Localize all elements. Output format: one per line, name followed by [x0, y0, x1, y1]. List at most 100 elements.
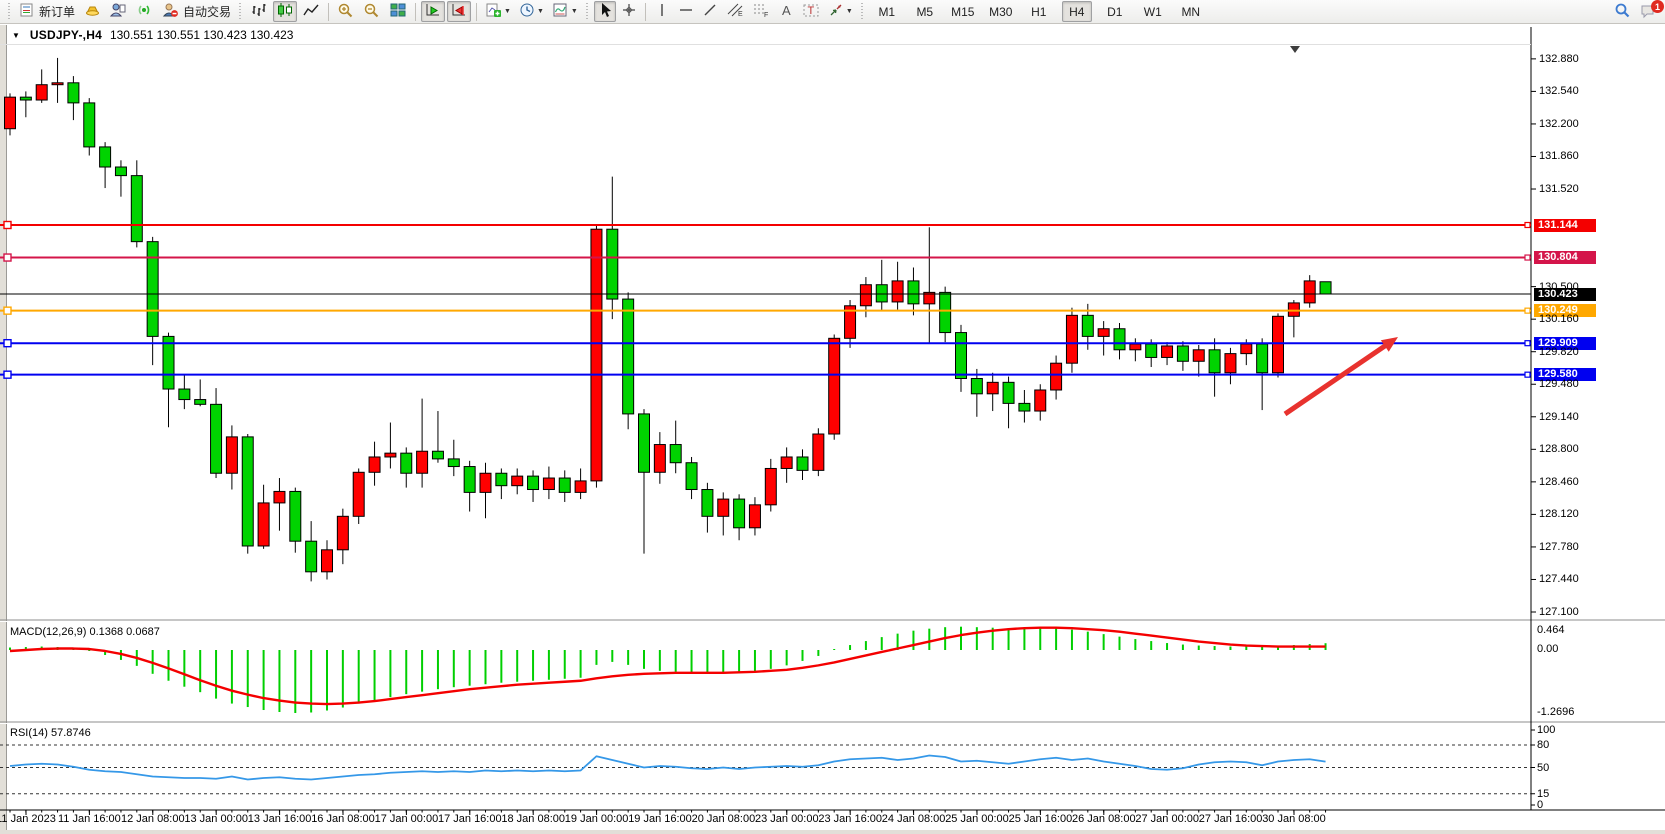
toolbar-grip[interactable] [860, 3, 865, 21]
templates-button[interactable]: ▼ [549, 1, 581, 22]
timeframe-button-m30[interactable]: M30 [986, 1, 1016, 22]
notification-badge: 1 [1651, 0, 1664, 13]
candle-body [829, 338, 840, 434]
toolbar-grip[interactable] [238, 3, 243, 21]
trend-arrow-line[interactable] [1285, 343, 1390, 414]
time-axis-label: 13 Jan 16:00 [248, 813, 312, 825]
new-order-icon [19, 2, 35, 21]
hline-handle[interactable] [4, 340, 11, 347]
candle-body [432, 451, 443, 459]
timeframe-button-h1[interactable]: H1 [1024, 1, 1054, 22]
zoom-out-icon [363, 2, 381, 21]
time-axis-label: 20 Jan 08:00 [692, 813, 756, 825]
candle-body [654, 445, 665, 473]
toolbar-separator [476, 3, 477, 21]
channel-button[interactable]: E [723, 1, 747, 22]
chart-shift-button[interactable] [447, 1, 471, 22]
candle-body [860, 285, 871, 306]
candle-body [1288, 303, 1299, 316]
cursor-button[interactable] [594, 1, 616, 22]
timeframe-button-d1[interactable]: D1 [1100, 1, 1130, 22]
horizontal-line-button[interactable] [675, 1, 697, 22]
crosshair-button[interactable] [618, 1, 640, 22]
candlestick-chart-button[interactable] [273, 1, 297, 22]
candle-body [1066, 315, 1077, 363]
toolbar-separator [415, 3, 416, 21]
accounts-button[interactable] [106, 1, 130, 22]
signals-button[interactable] [132, 1, 156, 22]
chart-canvas[interactable] [0, 0, 1665, 834]
timeframe-button-w1[interactable]: W1 [1138, 1, 1168, 22]
candle-body [258, 503, 269, 546]
gold-icon [83, 2, 101, 21]
zoom-in-button[interactable] [334, 1, 358, 22]
autotrading-button[interactable]: 自动交易 [158, 1, 234, 22]
trendline-button[interactable] [699, 1, 721, 22]
price-axis-tick-label: 129.820 [1539, 346, 1579, 358]
arrows-icon [828, 2, 844, 21]
bar-chart-button[interactable] [247, 1, 271, 22]
notifications-button[interactable]: 1 [1636, 1, 1660, 22]
hline-handle[interactable] [4, 254, 11, 261]
toolbar-grip[interactable] [7, 3, 12, 21]
hline-handle[interactable] [4, 307, 11, 314]
candle-body [1225, 354, 1236, 373]
candle-body [5, 97, 16, 129]
auto-scroll-icon [424, 2, 442, 21]
candle-body [1241, 344, 1252, 354]
tile-windows-button[interactable] [386, 1, 410, 22]
price-axis-tick-label: 132.200 [1539, 118, 1579, 130]
toolbar-grip[interactable] [585, 3, 590, 21]
vertical-line-button[interactable] [651, 1, 673, 22]
candle-body [971, 379, 982, 394]
time-axis-label: 30 Jan 08:00 [1262, 813, 1326, 825]
fibonacci-button[interactable]: F [749, 1, 773, 22]
candle-body [195, 400, 206, 405]
auto-scroll-button[interactable] [421, 1, 445, 22]
price-axis-tick-label: 130.500 [1539, 281, 1579, 293]
candle-body [1051, 363, 1062, 390]
hline-handle[interactable] [4, 371, 11, 378]
candle-body [211, 404, 222, 473]
price-label-130.804: 130.804 [1534, 251, 1596, 264]
text-label-button[interactable]: T [799, 1, 823, 22]
candle-body [1273, 316, 1284, 372]
timeframe-button-m15[interactable]: M15 [948, 1, 978, 22]
timeframe-button-m1[interactable]: M1 [872, 1, 902, 22]
search-button[interactable] [1610, 1, 1634, 22]
price-label-131.144: 131.144 [1534, 219, 1596, 232]
macd-axis-label: 0.00 [1537, 643, 1558, 655]
text-button[interactable]: A [775, 1, 797, 22]
time-axis-label: 19 Jan 00:00 [565, 813, 629, 825]
timeframe-button-h4[interactable]: H4 [1062, 1, 1092, 22]
timeframe-button-mn[interactable]: MN [1176, 1, 1206, 22]
search-icon [1613, 2, 1631, 22]
periods-button[interactable]: ▼ [516, 1, 547, 22]
candle-body [686, 463, 697, 490]
macd-axis-label: -1.2696 [1537, 706, 1574, 718]
chart-shift-marker[interactable] [1290, 46, 1300, 53]
candle-body [797, 457, 808, 470]
line-chart-button[interactable] [299, 1, 323, 22]
candle-body [417, 451, 428, 473]
candle-body [496, 473, 507, 485]
candle-body [543, 478, 554, 489]
text-icon: A [779, 2, 793, 21]
time-axis-label: 19 Jan 16:00 [628, 813, 692, 825]
candle-body [290, 491, 301, 541]
arrows-button[interactable]: ▼ [825, 1, 856, 22]
gold-button[interactable] [80, 1, 104, 22]
new-order-button[interactable]: 新订单 [16, 1, 78, 22]
candle-body [1035, 390, 1046, 411]
indicators-button[interactable]: ▼ [482, 1, 514, 22]
candle-body [813, 434, 824, 470]
candle-body [749, 505, 760, 528]
autotrading-label: 自动交易 [183, 3, 231, 20]
channel-icon: E [726, 2, 744, 21]
timeframe-button-m5[interactable]: M5 [910, 1, 940, 22]
zoom-out-button[interactable] [360, 1, 384, 22]
svg-text:F: F [764, 12, 768, 18]
hline-handle[interactable] [4, 222, 11, 229]
candle-body [702, 490, 713, 517]
candle-body [242, 437, 253, 546]
